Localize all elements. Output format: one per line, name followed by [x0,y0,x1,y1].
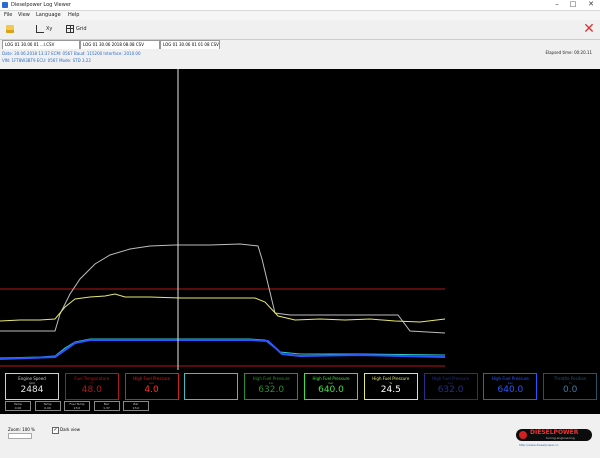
throttle-trace [0,293,446,323]
tab-log-2[interactable]: LOG 01 30.06 2018 08.08 CSV [80,40,160,49]
gauge-0[interactable]: Engine Speed rpm 2484 [5,373,59,400]
logo-mark-icon [519,431,527,439]
log-info-line-1: Date: 30.06.2018 13:37 ECM: 0567 Baud: 1… [2,51,141,56]
rail-pressure-desired-trace [0,339,446,360]
gauge-7[interactable]: High Fuel Pressure bar 632.0 [423,373,478,400]
log-info-line-2: VIN: 1FT8W3BT9 ECU: 0567 Mode: STD 3.22 [2,58,91,63]
gauge-value: 0.0 [563,385,578,395]
mini-gauge-value: 0.00 [14,406,22,410]
gauge-4[interactable]: High Fuel Pressure bar 632.0 [244,373,299,400]
menu-view[interactable]: View [18,12,30,19]
window-title: Dieselpower Log Viewer [11,2,71,8]
menu-file[interactable]: File [4,12,12,19]
log-plot[interactable] [0,69,600,370]
gauge-value: 4.0 [144,385,159,395]
gauge-5[interactable]: High Fuel Pressure bar 640.0 [304,373,358,400]
dieselpower-logo: DIESELPOWER tuning-engineering [516,429,592,441]
title-bar: Dieselpower Log Viewer – □ ✕ [0,0,600,11]
gauge-value: 640.0 [497,385,524,395]
mini-gauge-2: Fuel Temp 23.0 [64,401,90,411]
maximize-button[interactable]: □ [566,0,580,9]
window-close-button[interactable]: ✕ [584,0,598,9]
mini-gauge-0: Temp 0.00 [5,401,31,411]
gauge-1[interactable]: Fuel Temperature °C 48.0 [64,373,119,400]
mini-gauge-value: 23.0 [73,406,81,410]
gauge-value: 2484 [20,385,44,395]
mini-gauge-3: Bar 1.37 [93,401,120,411]
menu-help[interactable]: Help [68,12,79,19]
app-icon [2,2,8,8]
xy-view-button[interactable]: Xy [36,23,52,36]
menu-language[interactable]: Language [36,12,61,19]
mini-gauge-value: 1.37 [103,406,110,410]
gauge-3[interactable] [184,373,239,400]
website-link[interactable]: http://www.dieselpower.co [519,443,559,447]
menu-bar [0,11,600,20]
gauge-6[interactable]: High Fuel Pressure% 24.5 [363,373,418,400]
gauge-2[interactable]: High Fuel Pressure bar 4.0 [124,373,179,400]
minimize-button[interactable]: – [550,0,564,9]
status-area [0,415,600,458]
gauge-8[interactable]: High Fuel Pressure bar 640.0 [483,373,538,400]
gauge-value: 24.5 [380,385,401,395]
dark-view-label: Dark view [60,427,80,432]
folder-open-icon [6,24,14,33]
close-log-icon[interactable]: ✕ [582,22,596,36]
gauge-value: 48.0 [81,385,102,395]
open-log-button[interactable] [6,23,16,36]
mini-gauge-1: Temp 0.00 [34,401,61,411]
chart-xy-icon [36,24,44,33]
tab-log-1[interactable]: LOG 01 30.06 01 ...l.CSV [2,40,80,49]
gauge-value: 640.0 [318,385,344,395]
logo-subtitle: tuning-engineering [546,436,575,440]
elapsed-time: Elapsed time: 00:20.11 [545,50,592,55]
gauge-9[interactable]: Throttle Position% 0.0 [543,373,598,400]
tab-log-3[interactable]: LOG 01 30.06 01 01 08 CSV [160,40,220,49]
dark-view-checkbox[interactable]: ✓ [52,427,59,434]
zoom-label: Zoom: 100 % [8,427,35,432]
grid-view-button[interactable]: Grid [66,23,87,36]
mini-gauge-value: 0.00 [44,406,51,410]
mini-gauge-4: Bar 23.0 [123,401,149,411]
gauge-value: 632.0 [437,385,464,395]
mini-gauge-value: 23.0 [132,406,140,410]
gauge-value: 632.0 [258,385,285,395]
zoom-slider[interactable] [8,433,32,439]
grid-icon [66,24,74,33]
toolbar [0,21,600,40]
